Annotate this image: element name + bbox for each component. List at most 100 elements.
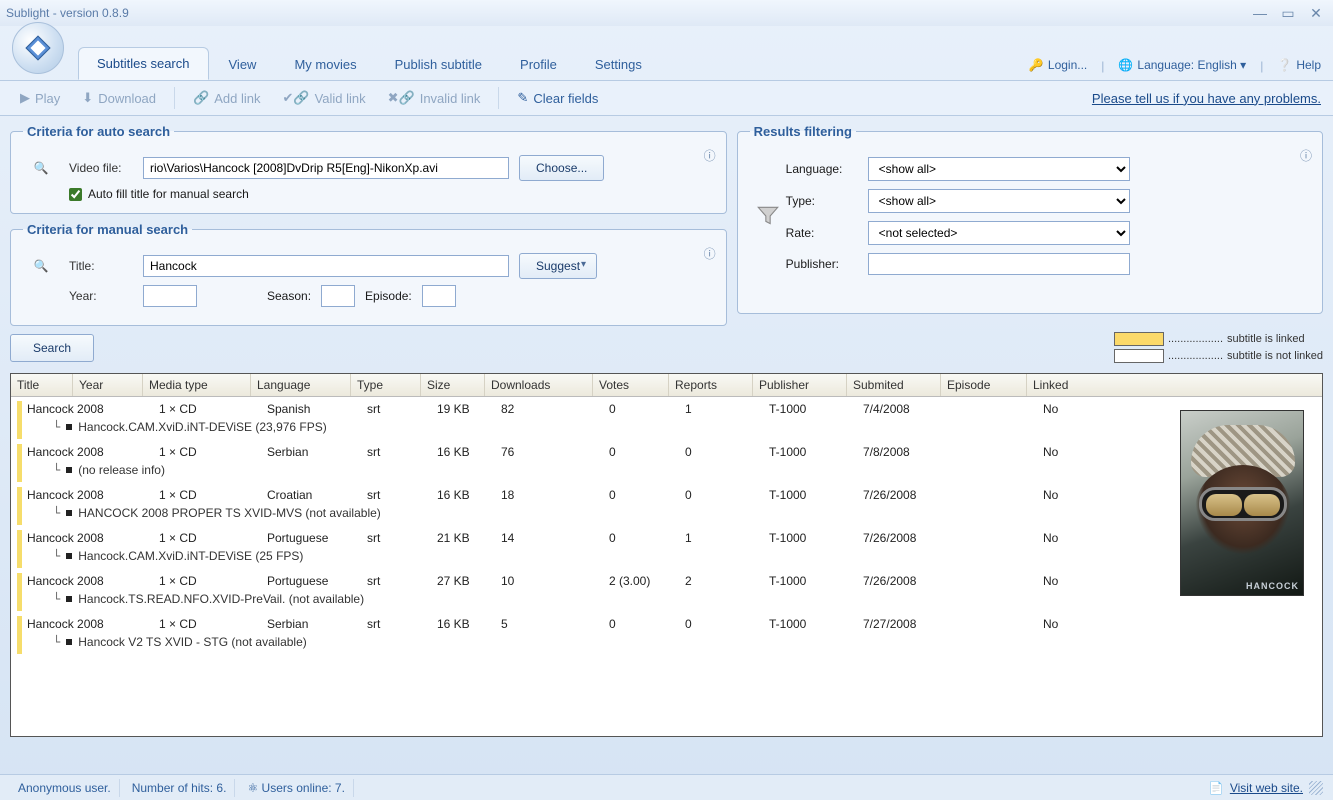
play-icon: ▶ — [20, 90, 30, 106]
filter-type-select[interactable]: <show all> — [868, 189, 1130, 213]
episode-label: Episode: — [365, 289, 412, 303]
col-type[interactable]: Type — [351, 374, 421, 396]
titlebar: Sublight - version 0.8.9 — ▭ ✕ — [0, 0, 1333, 26]
minimize-icon[interactable]: — — [1249, 5, 1271, 21]
legend: .................. subtitle is linked ..… — [1114, 332, 1323, 363]
check-link-icon: ✔🔗 — [282, 90, 309, 106]
col-episode[interactable]: Episode — [941, 374, 1027, 396]
valid-link-button[interactable]: ✔🔗Valid link — [274, 86, 373, 110]
year-label: Year: — [69, 289, 133, 303]
status-hits: Number of hits: 6. — [124, 779, 236, 797]
table-row[interactable]: Hancock 2008 1 × CD Serbian srt 16 KB 5 … — [11, 612, 1322, 655]
table-row[interactable]: Hancock 2008 1 × CD Croatian srt 16 KB 1… — [11, 483, 1322, 526]
download-icon: ⬇ — [82, 90, 93, 106]
season-input[interactable] — [321, 285, 355, 307]
col-submitted[interactable]: Submited — [847, 374, 941, 396]
users-icon: ⚛ — [247, 781, 258, 795]
season-label: Season: — [267, 289, 311, 303]
manual-search-legend: Criteria for manual search — [23, 222, 192, 237]
link-icon: 🔗 — [193, 90, 209, 106]
status-online: ⚛ Users online: 7. — [239, 779, 353, 797]
notlinked-swatch — [1114, 349, 1164, 363]
magnifier-binary-icon: 🔍 — [23, 161, 59, 175]
resize-grip-icon[interactable] — [1309, 781, 1323, 795]
download-button[interactable]: ⬇Download — [74, 86, 164, 110]
info-icon[interactable]: ⓘ — [1300, 147, 1314, 161]
manual-search-group: Criteria for manual search ⓘ 🔍 Title: Su… — [10, 222, 727, 326]
play-button[interactable]: ▶Play — [12, 86, 68, 110]
invalid-link-button[interactable]: ✖🔗Invalid link — [380, 86, 489, 110]
video-file-input[interactable] — [143, 157, 509, 179]
status-bar: Anonymous user. Number of hits: 6. ⚛ Use… — [0, 774, 1333, 800]
auto-fill-checkbox[interactable] — [69, 188, 82, 201]
tab-view[interactable]: View — [211, 49, 275, 80]
add-link-button[interactable]: 🔗Add link — [185, 86, 268, 110]
close-icon[interactable]: ✕ — [1305, 5, 1327, 21]
choose-button[interactable]: Choose... — [519, 155, 604, 181]
filter-rate-select[interactable]: <not selected> — [868, 221, 1130, 245]
filter-publisher-label: Publisher: — [786, 257, 858, 271]
main-tabs: Subtitles search View My movies Publish … — [78, 47, 660, 80]
key-icon: 🔑 — [1029, 58, 1045, 74]
col-size[interactable]: Size — [421, 374, 485, 396]
magnifier-abc-icon: 🔍 — [23, 259, 59, 273]
auto-search-legend: Criteria for auto search — [23, 124, 174, 139]
results-grid: Title Year Media type Language Type Size… — [10, 373, 1323, 737]
window-title: Sublight - version 0.8.9 — [6, 6, 129, 20]
filter-legend: Results filtering — [750, 124, 856, 139]
col-reports[interactable]: Reports — [669, 374, 753, 396]
visit-website-link[interactable]: Visit web site. — [1230, 781, 1303, 795]
eraser-icon: ✎ — [517, 90, 528, 106]
episode-input[interactable] — [422, 285, 456, 307]
filter-rate-label: Rate: — [786, 226, 858, 240]
results-filter-group: Results filtering ⓘ Language: <show all>… — [737, 124, 1323, 314]
col-media[interactable]: Media type — [143, 374, 251, 396]
clear-fields-button[interactable]: ✎Clear fields — [509, 86, 606, 110]
auto-search-group: Criteria for auto search ⓘ 🔍 Video file:… — [10, 124, 727, 214]
table-row[interactable]: Hancock 2008 1 × CD Spanish srt 19 KB 82… — [11, 397, 1322, 440]
search-button[interactable]: Search — [10, 334, 94, 362]
suggest-button[interactable]: Suggest — [519, 253, 597, 279]
movie-poster: HANCOCK — [1180, 410, 1304, 596]
table-row[interactable]: Hancock 2008 1 × CD Portuguese srt 27 KB… — [11, 569, 1322, 612]
title-input[interactable] — [143, 255, 509, 277]
video-file-label: Video file: — [69, 161, 133, 175]
tab-profile[interactable]: Profile — [502, 49, 575, 80]
login-link[interactable]: 🔑Login... — [1029, 58, 1087, 74]
grid-header: Title Year Media type Language Type Size… — [11, 374, 1322, 397]
auto-fill-label: Auto fill title for manual search — [88, 187, 249, 201]
title-label: Title: — [69, 259, 133, 273]
status-user: Anonymous user. — [10, 779, 120, 797]
col-downloads[interactable]: Downloads — [485, 374, 593, 396]
col-linked[interactable]: Linked — [1027, 374, 1087, 396]
col-publisher[interactable]: Publisher — [753, 374, 847, 396]
tab-my-movies[interactable]: My movies — [276, 49, 374, 80]
info-icon[interactable]: ⓘ — [704, 147, 718, 161]
problems-link[interactable]: Please tell us if you have any problems. — [1092, 91, 1321, 106]
filter-publisher-input[interactable] — [868, 253, 1130, 275]
tab-subtitles-search[interactable]: Subtitles search — [78, 47, 209, 80]
cross-link-icon: ✖🔗 — [388, 90, 415, 106]
tab-publish-subtitle[interactable]: Publish subtitle — [377, 49, 500, 80]
col-year[interactable]: Year — [73, 374, 143, 396]
globe-icon: 🌐 — [1118, 58, 1134, 74]
funnel-icon — [750, 149, 786, 283]
info-icon[interactable]: ⓘ — [704, 245, 718, 259]
table-row[interactable]: Hancock 2008 1 × CD Portuguese srt 21 KB… — [11, 526, 1322, 569]
linked-swatch — [1114, 332, 1164, 346]
app-logo-icon — [12, 22, 64, 74]
tab-settings[interactable]: Settings — [577, 49, 660, 80]
year-input[interactable] — [143, 285, 197, 307]
col-title[interactable]: Title — [11, 374, 73, 396]
web-icon: 📄 — [1209, 781, 1224, 795]
filter-language-label: Language: — [786, 162, 858, 176]
help-link[interactable]: ❔Help — [1277, 58, 1321, 74]
language-selector[interactable]: 🌐Language: English ▾ — [1118, 58, 1246, 74]
filter-type-label: Type: — [786, 194, 858, 208]
maximize-icon[interactable]: ▭ — [1277, 5, 1299, 21]
col-language[interactable]: Language — [251, 374, 351, 396]
col-votes[interactable]: Votes — [593, 374, 669, 396]
filter-language-select[interactable]: <show all> — [868, 157, 1130, 181]
toolbar: ▶Play ⬇Download 🔗Add link ✔🔗Valid link ✖… — [0, 80, 1333, 116]
table-row[interactable]: Hancock 2008 1 × CD Serbian srt 16 KB 76… — [11, 440, 1322, 483]
